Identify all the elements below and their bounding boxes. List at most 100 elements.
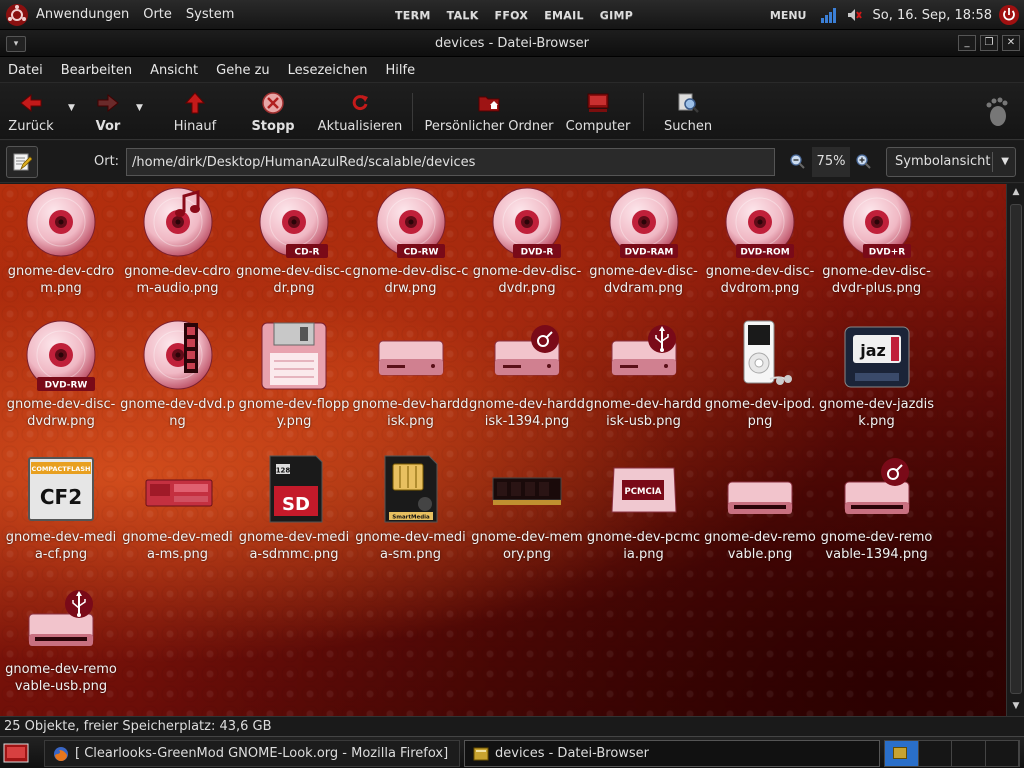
file-item[interactable]: DVD-ROM gnome-​dev-​disc-​dvdrom​.png — [702, 186, 818, 297]
file-name: gnome-​dev-​disc-​cdrw​.png — [352, 264, 469, 296]
launcher-email[interactable]: EMAIL — [544, 9, 584, 22]
file-item[interactable]: gnome-​dev-​floppy​.png — [236, 319, 352, 430]
menu-file[interactable]: Datei — [8, 63, 43, 78]
menu-system[interactable]: System — [186, 7, 234, 22]
minimize-button[interactable]: _ — [958, 35, 976, 51]
menu-go[interactable]: Gehe zu — [216, 63, 270, 78]
window-menu-button[interactable]: ▾ — [6, 36, 26, 52]
zoom-level[interactable]: 75% — [812, 147, 850, 177]
file-item[interactable]: DVD-RAM gnome-​dev-​disc-​dvdram​.png — [586, 186, 702, 297]
menu-launcher[interactable]: MENU — [770, 9, 807, 22]
show-desktop-icon[interactable] — [3, 742, 29, 764]
file-name: gnome-​dev-​removable-​usb​.png — [5, 662, 117, 694]
forward-button[interactable]: Vor — [88, 87, 128, 137]
launcher-talk[interactable]: TALK — [447, 9, 479, 22]
file-item[interactable]: DVD+R gnome-​dev-​disc-​dvdr-​plus​.png — [819, 186, 935, 297]
menu-help[interactable]: Hilfe — [386, 63, 416, 78]
jazdisk-icon: jaz — [844, 326, 909, 388]
zoom-in-icon[interactable] — [855, 153, 871, 169]
file-item[interactable]: gnome-​dev-​removable-​1394​.png — [819, 452, 935, 563]
reload-label: Aktualisieren — [317, 119, 403, 134]
svg-text:PCMCIA: PCMCIA — [624, 487, 661, 497]
volume-muted-icon[interactable] — [846, 7, 863, 23]
zoom-out-icon[interactable] — [789, 153, 805, 169]
location-toggle-button[interactable] — [6, 146, 38, 178]
panel-tray: MENU So, 16. Sep, 18:58 — [770, 0, 1024, 30]
file-item[interactable]: gnome-​dev-​cdrom​.png — [3, 186, 119, 297]
scroll-up-arrow[interactable]: ▲ — [1010, 187, 1022, 199]
workspace-1[interactable] — [885, 741, 919, 766]
launcher-ffox[interactable]: FFOX — [495, 9, 529, 22]
up-label: Hinauf — [173, 119, 217, 134]
file-item[interactable]: gnome-​dev-​harddisk​.png — [353, 319, 469, 430]
file-name: gnome-​dev-​harddisk-​1394​.png — [469, 397, 585, 429]
back-history-arrow[interactable]: ▼ — [68, 103, 78, 113]
file-item[interactable]: gnome-​dev-​ipod​.png — [702, 319, 818, 430]
search-button[interactable]: Suchen — [660, 87, 716, 137]
window-titlebar[interactable]: ▾ devices - Datei-Browser _ ❐ ✕ — [0, 31, 1024, 57]
file-name: gnome-​dev-​pcmcia​.png — [586, 530, 701, 562]
search-label: Suchen — [663, 119, 713, 134]
computer-button[interactable]: Computer — [564, 87, 632, 137]
forward-history-arrow[interactable]: ▼ — [136, 103, 146, 113]
menu-edit[interactable]: Bearbeiten — [61, 63, 132, 78]
close-button[interactable]: ✕ — [1002, 35, 1020, 51]
svg-text:CF2: CF2 — [40, 485, 82, 509]
svg-text:COMPACTFLASH: COMPACTFLASH — [32, 465, 91, 473]
back-arrow-icon — [20, 93, 42, 113]
back-button[interactable]: Zurück — [8, 87, 54, 137]
file-item[interactable]: COMPACTFLASH CF2 gnome-​dev-​media-​cf​.pn… — [3, 452, 119, 563]
vertical-scrollbar[interactable]: ▲ ▼ — [1006, 184, 1024, 716]
menu-places[interactable]: Orte — [143, 7, 172, 22]
svg-text:SmartMedia: SmartMedia — [392, 515, 430, 521]
taskbar-item-firefox[interactable]: [ Clearlooks-GreenMod GNOME-Look.org - M… — [44, 740, 460, 767]
taskbar-item-file-browser[interactable]: devices - Datei-Browser — [464, 740, 880, 767]
file-name: gnome-​dev-​disc-​cdr​.png — [236, 264, 352, 296]
file-name: gnome-​dev-​media-​cf​.png — [5, 530, 117, 562]
file-item[interactable]: gnome-​dev-​removable​.png — [702, 452, 818, 563]
svg-text:CD-RW: CD-RW — [403, 248, 438, 258]
scroll-thumb[interactable] — [1010, 204, 1022, 694]
file-name: gnome-​dev-​floppy​.png — [238, 397, 350, 429]
file-item[interactable]: gnome-​dev-​media-​ms​.png — [120, 452, 236, 563]
view-mode-select[interactable]: Symbolansicht ▼ — [886, 147, 1016, 177]
file-item[interactable]: DVD-RW gnome-​dev-​disc-​dvdrw​.png — [3, 319, 119, 430]
file-item[interactable]: jaz gnome-​dev-​jazdisk​.png — [819, 319, 935, 430]
file-item[interactable]: gnome-​dev-​harddisk-​1394​.png — [469, 319, 585, 430]
home-folder-button[interactable]: Persönlicher Ordner — [424, 87, 554, 137]
distro-logo-icon[interactable] — [4, 2, 30, 28]
file-item[interactable]: gnome-​dev-​harddisk-​usb​.png — [586, 319, 702, 430]
location-input[interactable] — [126, 148, 775, 176]
workspace-3[interactable] — [952, 741, 986, 766]
network-signal-icon[interactable] — [820, 7, 838, 23]
file-item[interactable]: gnome-​dev-​dvd​.png — [120, 319, 236, 430]
file-item[interactable]: gnome-​dev-​removable-​usb​.png — [3, 584, 119, 695]
floppy-icon — [261, 322, 327, 390]
file-item[interactable]: gnome-​dev-​memory​.png — [469, 452, 585, 563]
file-item[interactable]: CD-R gnome-​dev-​disc-​cdr​.png — [236, 186, 352, 297]
launcher-term[interactable]: TERM — [395, 9, 431, 22]
home-folder-icon — [478, 96, 500, 112]
file-item[interactable]: SmartMedia gnome-​dev-​media-​sm​.png — [353, 452, 469, 563]
menu-applications[interactable]: Anwendungen — [36, 7, 129, 22]
file-item[interactable]: PCMCIA gnome-​dev-​pcmcia​.png — [586, 452, 702, 563]
power-icon[interactable] — [998, 4, 1020, 26]
file-item[interactable]: DVD-R gnome-​dev-​disc-​dvdr​.png — [469, 186, 585, 297]
file-item[interactable]: 128 SD gnome-​dev-​media-​sdmmc​.png — [236, 452, 352, 563]
menu-bookmarks[interactable]: Lesezeichen — [288, 63, 368, 78]
maximize-button[interactable]: ❐ — [980, 35, 998, 51]
file-item[interactable]: gnome-​dev-​cdrom-​audio​.png — [120, 186, 236, 297]
launcher-gimp[interactable]: GIMP — [600, 9, 633, 22]
up-button[interactable]: Hinauf — [170, 87, 220, 137]
reload-button[interactable]: Aktualisieren — [316, 87, 404, 137]
file-icon-view[interactable]: gnome-​dev-​cdrom​.png gnome-​dev-​cdrom-… — [0, 184, 1006, 716]
clock[interactable]: So, 16. Sep, 18:58 — [872, 8, 992, 23]
workspace-4[interactable] — [985, 741, 1019, 766]
scroll-down-arrow[interactable]: ▼ — [1010, 701, 1022, 713]
workspace-2[interactable] — [918, 741, 952, 766]
menu-view[interactable]: Ansicht — [150, 63, 198, 78]
file-item[interactable]: CD-RW gnome-​dev-​disc-​cdrw​.png — [353, 186, 469, 297]
stop-button[interactable]: Stopp — [250, 87, 296, 137]
stop-icon — [262, 92, 284, 114]
disc-icon: DVD-RW — [26, 320, 96, 391]
